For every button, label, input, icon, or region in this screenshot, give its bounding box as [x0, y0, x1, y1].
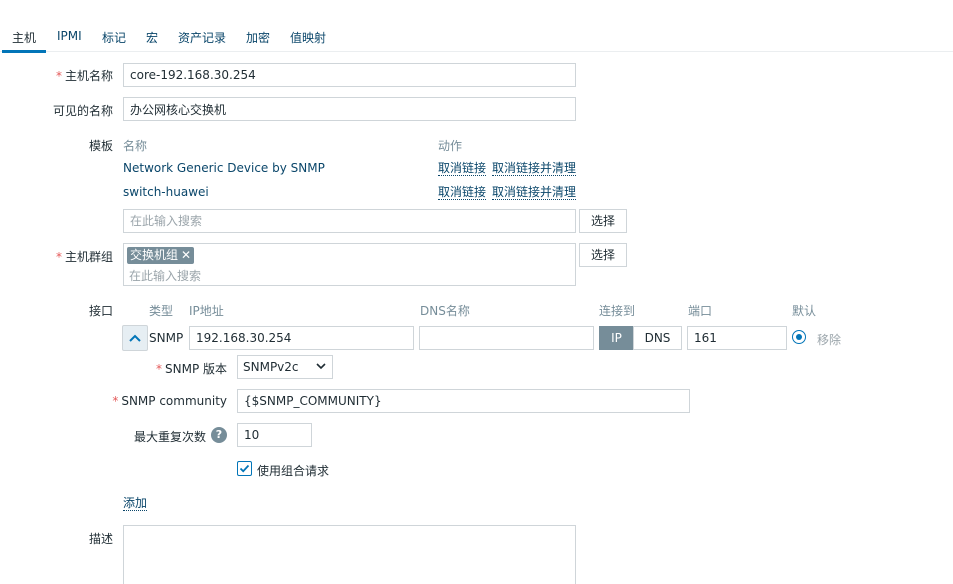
interfaces-col-port: 端口 — [688, 304, 713, 318]
interface-dns-input[interactable] — [419, 326, 594, 350]
interface-remove-link[interactable]: 移除 — [817, 331, 841, 348]
host-name-input[interactable] — [123, 63, 576, 87]
interface-port-input[interactable] — [687, 326, 787, 350]
interface-ip-input[interactable] — [189, 326, 414, 350]
interfaces-col-ip: IP地址 — [189, 304, 224, 318]
snmp-version-value: SNMPv2c — [243, 360, 299, 374]
template-search-input[interactable] — [123, 209, 576, 233]
help-icon[interactable]: ? — [211, 427, 227, 443]
connect-ip-button[interactable]: IP — [599, 326, 634, 350]
description-textarea[interactable] — [123, 525, 576, 584]
template-unlink-button[interactable]: 取消链接 — [438, 185, 487, 200]
host-group-chip: 交换机组 ✕ — [127, 247, 195, 264]
tab-ipmi[interactable]: IPMI — [57, 29, 82, 43]
chevron-down-icon — [316, 363, 326, 370]
interface-type-value: SNMP — [149, 331, 184, 345]
connect-dns-button[interactable]: DNS — [633, 326, 682, 350]
snmp-community-input[interactable] — [237, 389, 690, 413]
tab-tags[interactable]: 标记 — [102, 29, 126, 46]
interfaces-col-type: 类型 — [149, 304, 174, 318]
template-unlink-button[interactable]: 取消链接 — [438, 161, 487, 176]
add-interface-link[interactable]: 添加 — [123, 496, 148, 511]
interface-collapse-toggle[interactable] — [122, 325, 148, 351]
tab-encryption[interactable]: 加密 — [246, 29, 270, 46]
chip-remove-icon[interactable]: ✕ — [181, 248, 191, 262]
host-groups-search-placeholder: 在此输入搜索 — [129, 269, 202, 283]
max-repetitions-label: 最大重复次数 — [133, 430, 206, 444]
host-name-label: * 主机名称 — [55, 69, 113, 83]
checkmark-icon — [239, 464, 250, 473]
visible-name-input[interactable] — [123, 97, 576, 121]
interfaces-col-dns: DNS名称 — [420, 304, 470, 318]
interfaces-col-default: 默认 — [792, 304, 817, 318]
tab-value-mapping[interactable]: 值映射 — [290, 29, 326, 46]
chevron-up-icon — [129, 334, 141, 342]
bulk-requests-label: 使用组合请求 — [257, 464, 330, 478]
snmp-community-label: * SNMP community — [112, 394, 227, 408]
templates-label: 模板 — [88, 139, 113, 153]
tab-host[interactable]: 主机 — [12, 29, 36, 46]
interfaces-col-connect: 连接到 — [599, 304, 636, 318]
templates-col-name: 名称 — [123, 139, 148, 153]
snmp-version-label: * SNMP 版本 — [156, 362, 227, 376]
default-interface-radio[interactable] — [792, 330, 806, 344]
host-groups-select-button[interactable]: 选择 — [579, 243, 627, 267]
template-select-button[interactable]: 选择 — [579, 209, 627, 233]
template-link-generic-snmp[interactable]: Network Generic Device by SNMP — [123, 161, 325, 175]
description-label: 描述 — [88, 532, 113, 546]
template-unlink-clear-button[interactable]: 取消链接并清理 — [492, 185, 577, 200]
active-tab-indicator — [2, 50, 46, 53]
tab-macros[interactable]: 宏 — [146, 29, 158, 46]
bulk-requests-checkbox[interactable] — [237, 461, 252, 476]
interfaces-label: 接口 — [88, 304, 113, 318]
snmp-version-select[interactable]: SNMPv2c — [237, 355, 333, 379]
max-repetitions-input[interactable] — [237, 423, 312, 447]
template-unlink-clear-button[interactable]: 取消链接并清理 — [492, 161, 577, 176]
visible-name-label: 可见的名称 — [52, 104, 113, 118]
host-groups-multiselect[interactable]: 交换机组 ✕ 在此输入搜索 — [123, 243, 576, 286]
tab-bar: 主机 IPMI 标记 宏 资产记录 加密 值映射 — [0, 0, 953, 53]
tab-inventory[interactable]: 资产记录 — [178, 29, 226, 46]
templates-col-action: 动作 — [438, 139, 463, 153]
host-groups-label: * 主机群组 — [55, 250, 113, 264]
template-link-switch-huawei[interactable]: switch-huawei — [123, 185, 209, 199]
